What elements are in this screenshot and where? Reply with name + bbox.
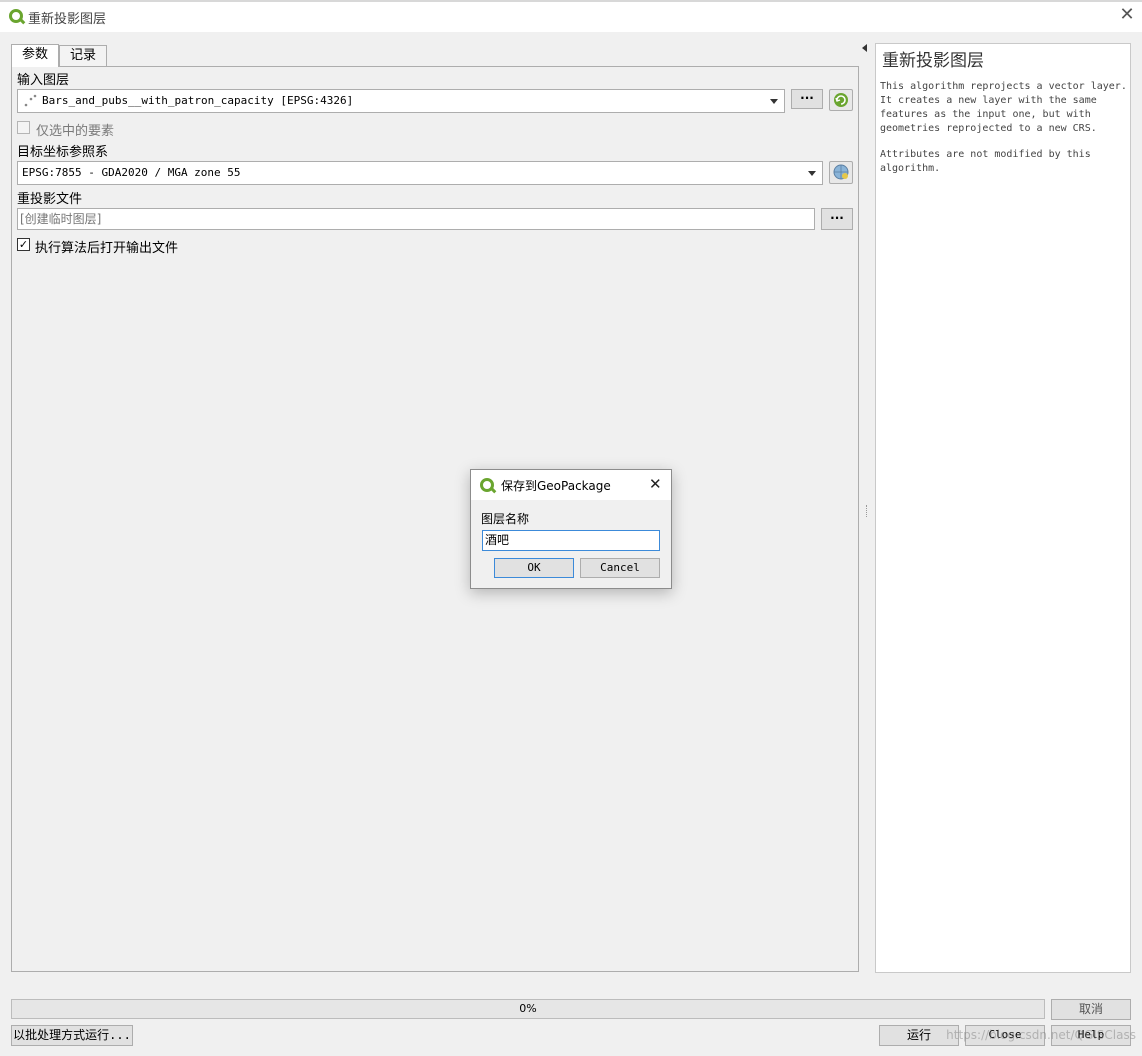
selected-only-label: 仅选中的要素 [36,124,115,139]
tab-parameters[interactable]: 参数 [11,44,59,67]
output-browse-button[interactable]: ··· [821,208,853,230]
target-crs-label: 目标坐标参照系 [17,145,109,160]
close-button[interactable]: Close [965,1025,1045,1046]
input-layer-value: Bars_and_pubs__with_patron_capacity [EPS… [42,94,354,107]
target-crs-value: EPSG:7855 - GDA2020 / MGA zone 55 [22,166,241,179]
open-output-label: 执行算法后打开输出文件 [35,241,179,256]
ok-button[interactable]: OK [494,558,574,578]
layer-name-value: 酒吧 [485,533,510,547]
help-title: 重新投影图层 [882,51,984,71]
parameters-panel [11,66,859,972]
dialog-close-icon[interactable]: ✕ [649,475,662,493]
iterate-button[interactable] [829,89,853,111]
window-titlebar [0,0,1142,32]
collapse-left-icon[interactable] [862,44,867,52]
progress-bar: 0% [11,999,1045,1019]
input-layer-label: 输入图层 [17,73,70,88]
window-title: 重新投影图层 [28,12,107,27]
cancel-button[interactable]: 取消 [1051,999,1131,1020]
dialog-title: 保存到GeoPackage [501,479,611,493]
target-crs-combo[interactable]: EPSG:7855 - GDA2020 / MGA zone 55 [17,161,823,185]
point-layer-icon [24,94,37,107]
chevron-down-icon [808,171,816,176]
help-paragraph: This algorithm reprojects a vector layer… [880,81,1127,134]
run-button[interactable]: 运行 [879,1025,959,1046]
tab-log[interactable]: 记录 [59,45,107,67]
crs-selector-button[interactable] [829,161,853,184]
output-label: 重投影文件 [17,192,83,207]
refresh-icon [834,93,848,107]
save-to-geopackage-dialog: 保存到GeoPackage ✕ 图层名称 酒吧 OK Cancel [470,469,672,589]
splitter-handle[interactable] [866,505,868,517]
qgis-logo-icon [480,478,494,492]
top-edge [0,0,1142,2]
selected-only-checkbox[interactable] [17,121,30,134]
qgis-logo-icon [9,9,23,23]
input-layer-combo[interactable]: Bars_and_pubs__with_patron_capacity [EPS… [17,89,785,113]
layer-name-input[interactable]: 酒吧 [482,530,660,551]
chevron-down-icon [770,99,778,104]
help-paragraph: Attributes are not modified by this algo… [880,149,1091,174]
layer-name-label: 图层名称 [481,512,530,526]
globe-icon [833,164,849,180]
open-output-checkbox[interactable]: ✓ [17,238,30,251]
window-close-icon[interactable]: ✕ [1118,6,1136,24]
input-layer-browse-button[interactable]: ··· [791,89,823,109]
help-button[interactable]: Help [1051,1025,1131,1046]
help-text: This algorithm reprojects a vector layer… [880,80,1128,188]
dialog-cancel-button[interactable]: Cancel [580,558,660,578]
batch-run-button[interactable]: 以批处理方式运行... [11,1025,133,1046]
output-file-input[interactable] [17,208,815,230]
